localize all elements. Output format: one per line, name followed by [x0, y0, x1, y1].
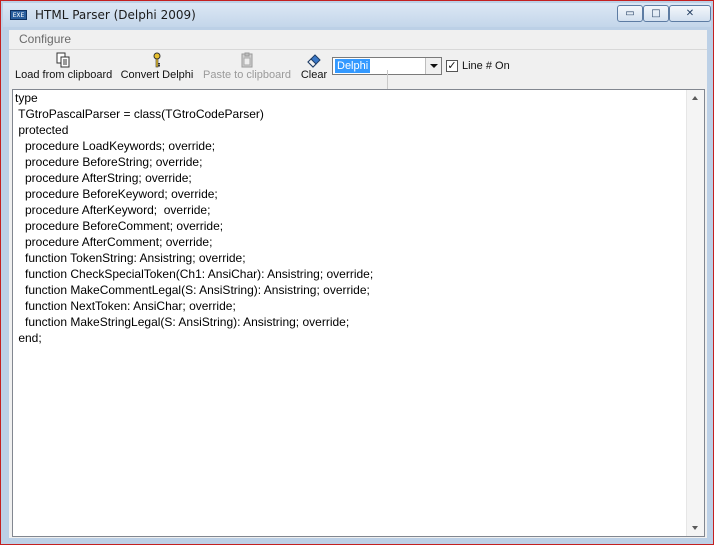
code-line[interactable]: protected [15, 122, 373, 138]
paste-to-clipboard-label: Paste to clipboard [203, 69, 292, 81]
clear-button[interactable]: Clear [299, 52, 329, 86]
vertical-scrollbar[interactable] [686, 90, 704, 536]
client-area: Configure Load from clipboard Convert De… [9, 30, 707, 538]
code-editor[interactable]: type TGtroPascalParser = class(TGtroCode… [12, 89, 705, 537]
code-line[interactable]: type [15, 90, 373, 106]
language-select-value: Delphi [335, 59, 371, 73]
code-line[interactable]: function NextToken: AnsiChar; override; [15, 298, 373, 314]
code-text[interactable]: type TGtroPascalParser = class(TGtroCode… [15, 90, 373, 346]
scroll-down-icon[interactable] [687, 519, 704, 536]
minimize-button[interactable]: ▭ [617, 5, 643, 22]
code-line[interactable]: end; [15, 330, 373, 346]
clipboard-load-icon [55, 52, 71, 68]
toolbar: Load from clipboard Convert Delphi Paste… [9, 50, 707, 90]
window-title: HTML Parser (Delphi 2009) [35, 8, 196, 22]
code-line[interactable]: function TokenString: Ansistring; overri… [15, 250, 373, 266]
code-line[interactable]: TGtroPascalParser = class(TGtroCodeParse… [15, 106, 373, 122]
menu-configure[interactable]: Configure [19, 32, 71, 46]
maximize-button[interactable]: □ [643, 5, 669, 22]
code-line[interactable]: procedure AfterComment; override; [15, 234, 373, 250]
code-line[interactable]: procedure LoadKeywords; override; [15, 138, 373, 154]
chevron-down-icon[interactable] [425, 58, 441, 74]
key-icon [149, 52, 165, 68]
line-numbers-checkbox[interactable]: ✓ [446, 60, 458, 72]
app-window: EXE HTML Parser (Delphi 2009) ▭ □ ✕ Conf… [0, 0, 714, 545]
code-line[interactable]: procedure AfterString; override; [15, 170, 373, 186]
close-button[interactable]: ✕ [669, 5, 711, 22]
menu-bar: Configure [9, 30, 707, 50]
paste-icon [239, 52, 255, 68]
paste-to-clipboard-button[interactable]: Paste to clipboard [203, 52, 291, 86]
code-line[interactable]: procedure BeforeString; override; [15, 154, 373, 170]
code-line[interactable]: function CheckSpecialToken(Ch1: AnsiChar… [15, 266, 373, 282]
load-from-clipboard-label: Load from clipboard [15, 69, 113, 81]
title-bar[interactable]: EXE HTML Parser (Delphi 2009) ▭ □ ✕ [3, 3, 711, 27]
code-line[interactable]: function MakeStringLegal(S: AnsiString):… [15, 314, 373, 330]
load-from-clipboard-button[interactable]: Load from clipboard [15, 52, 113, 86]
code-line[interactable]: procedure AfterKeyword; override; [15, 202, 373, 218]
line-numbers-label[interactable]: Line # On [462, 60, 510, 72]
app-icon[interactable]: EXE [10, 10, 27, 20]
eraser-icon [306, 52, 322, 68]
code-line[interactable]: function MakeCommentLegal(S: AnsiString)… [15, 282, 373, 298]
toolbar-separator [387, 70, 388, 90]
convert-delphi-button[interactable]: Convert Delphi [119, 52, 195, 86]
code-line[interactable]: procedure BeforeComment; override; [15, 218, 373, 234]
scroll-up-icon[interactable] [687, 90, 704, 107]
clear-label: Clear [300, 69, 328, 81]
convert-delphi-label: Convert Delphi [120, 69, 194, 81]
code-line[interactable]: procedure BeforeKeyword; override; [15, 186, 373, 202]
